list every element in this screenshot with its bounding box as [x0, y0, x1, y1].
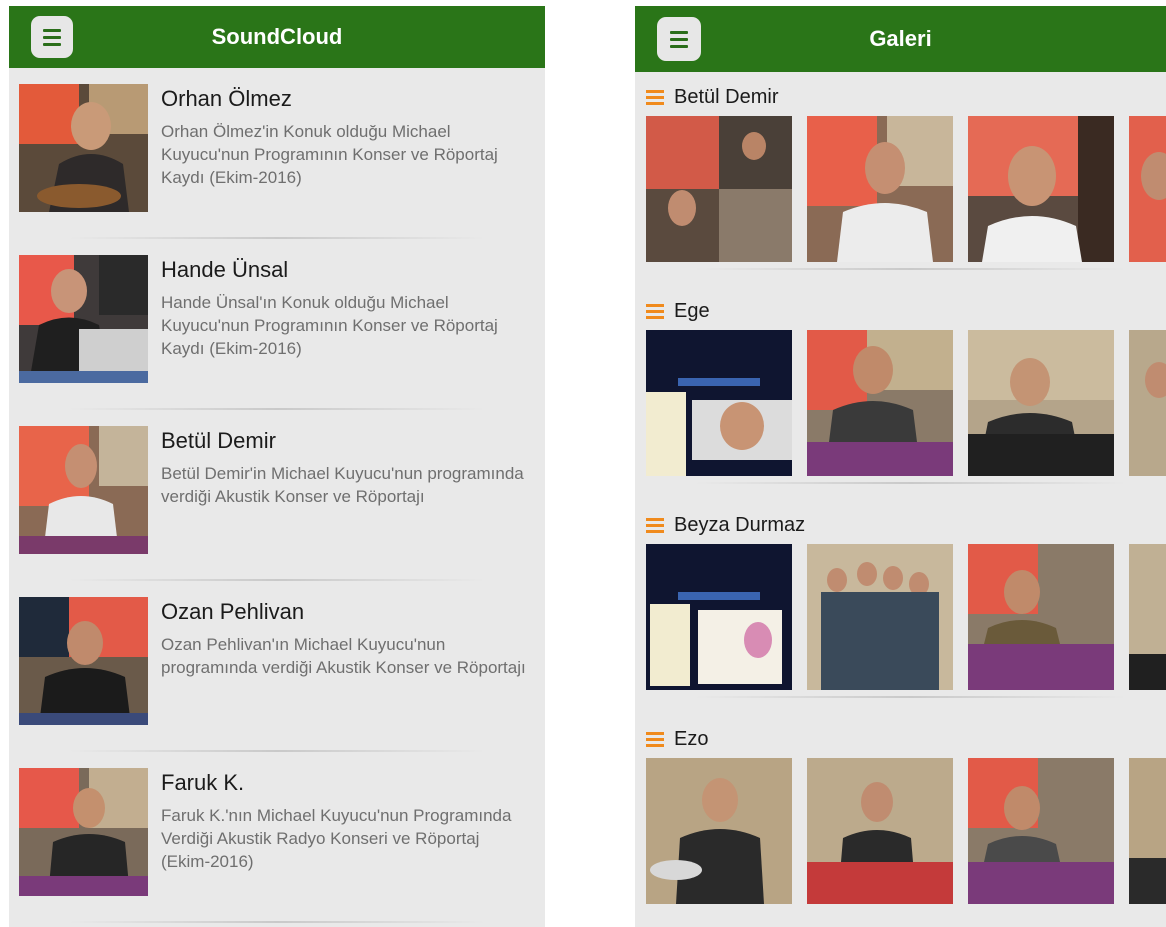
gallery-photo[interactable]: [807, 116, 953, 262]
track-thumbnail: [19, 426, 148, 554]
orange-list-icon: [646, 302, 664, 320]
section-header: Beyza Durmaz: [646, 510, 805, 540]
track-thumbnail: [19, 84, 148, 212]
gallery-photo[interactable]: [968, 116, 1114, 262]
hamburger-menu-icon: [670, 30, 688, 34]
orange-list-icon: [646, 88, 664, 106]
section-header: Ezo: [646, 724, 708, 754]
section-title: Beyza Durmaz: [674, 513, 806, 536]
gallery-photo[interactable]: [646, 116, 792, 262]
section-header: Ege: [646, 296, 710, 326]
track-title: Hande Ünsal: [161, 257, 289, 282]
divider: [695, 268, 1126, 270]
gallery-photo[interactable]: [646, 330, 792, 476]
track-description: Faruk K.'nın Michael Kuyucu'nun Programı…: [161, 806, 512, 871]
photo-row: [646, 116, 1166, 262]
soundcloud-list-item[interactable]: Ozan Pehlivan Ozan Pehlivan'ın Michael K…: [9, 581, 545, 752]
track-title: Ozan Pehlivan: [161, 599, 305, 624]
photo-row: [646, 758, 1166, 904]
orange-list-icon: [646, 516, 664, 534]
soundcloud-app-bar: SoundCloud: [9, 6, 545, 68]
gallery-photo[interactable]: [646, 758, 792, 904]
gallery-photo[interactable]: [646, 544, 792, 690]
photo-row: [646, 544, 1166, 690]
page-title: SoundCloud: [211, 24, 343, 49]
gallery-photo[interactable]: [1129, 330, 1166, 476]
gallery-photo[interactable]: [1129, 544, 1166, 690]
gallery-photo[interactable]: [807, 758, 953, 904]
track-thumbnail: [19, 597, 148, 725]
soundcloud-list-item[interactable]: Hande Ünsal Hande Ünsal'ın Konuk olduğu …: [9, 239, 545, 410]
track-description: Hande Ünsal'ın Konuk olduğu Michael Kuyu…: [161, 293, 498, 358]
menu-button[interactable]: [657, 17, 701, 61]
track-description: Orhan Ölmez'in Konuk olduğu Michael Kuyu…: [161, 122, 498, 187]
soundcloud-list-item[interactable]: Betül Demir Betül Demir'in Michael Kuyuc…: [9, 410, 545, 581]
track-title: Betül Demir: [161, 428, 276, 453]
gallery-photo[interactable]: [807, 330, 953, 476]
page-title: Galeri: [869, 26, 932, 51]
track-title: Orhan Ölmez: [161, 86, 292, 111]
divider: [695, 482, 1126, 484]
track-description: Ozan Pehlivan'ın Michael Kuyucu'nun prog…: [161, 635, 526, 677]
gallery-photo[interactable]: [1129, 758, 1166, 904]
divider: [695, 696, 1126, 698]
hamburger-menu-icon: [43, 28, 61, 32]
track-title: Faruk K.: [161, 770, 245, 795]
soundcloud-screen: SoundCloud Orhan Ölmez Orhan Ölmez'in Ko…: [9, 6, 545, 927]
photo-row: [646, 330, 1166, 476]
track-description: Betül Demir'in Michael Kuyucu'nun progra…: [161, 464, 524, 506]
divider: [69, 921, 485, 923]
gallery-photo[interactable]: [1129, 116, 1166, 262]
track-thumbnail: [19, 768, 148, 896]
orange-list-icon: [646, 730, 664, 748]
gallery-app-bar: Galeri: [635, 6, 1166, 72]
section-title: Ege: [674, 299, 710, 322]
gallery-photo[interactable]: [968, 758, 1114, 904]
section-title: Betül Demir: [674, 85, 779, 108]
gallery-photo[interactable]: [968, 544, 1114, 690]
gallery-photo[interactable]: [807, 544, 953, 690]
menu-button[interactable]: [31, 16, 73, 58]
gallery-photo[interactable]: [968, 330, 1114, 476]
soundcloud-list-item[interactable]: Orhan Ölmez Orhan Ölmez'in Konuk olduğu …: [9, 68, 545, 239]
gallery-screen: Galeri Betül Demir Ege Beyza Durmaz Ezo: [635, 6, 1166, 927]
soundcloud-list-item[interactable]: Faruk K. Faruk K.'nın Michael Kuyucu'nun…: [9, 752, 545, 923]
track-thumbnail: [19, 255, 148, 383]
section-header: Betül Demir: [646, 82, 778, 112]
section-title: Ezo: [674, 727, 709, 750]
